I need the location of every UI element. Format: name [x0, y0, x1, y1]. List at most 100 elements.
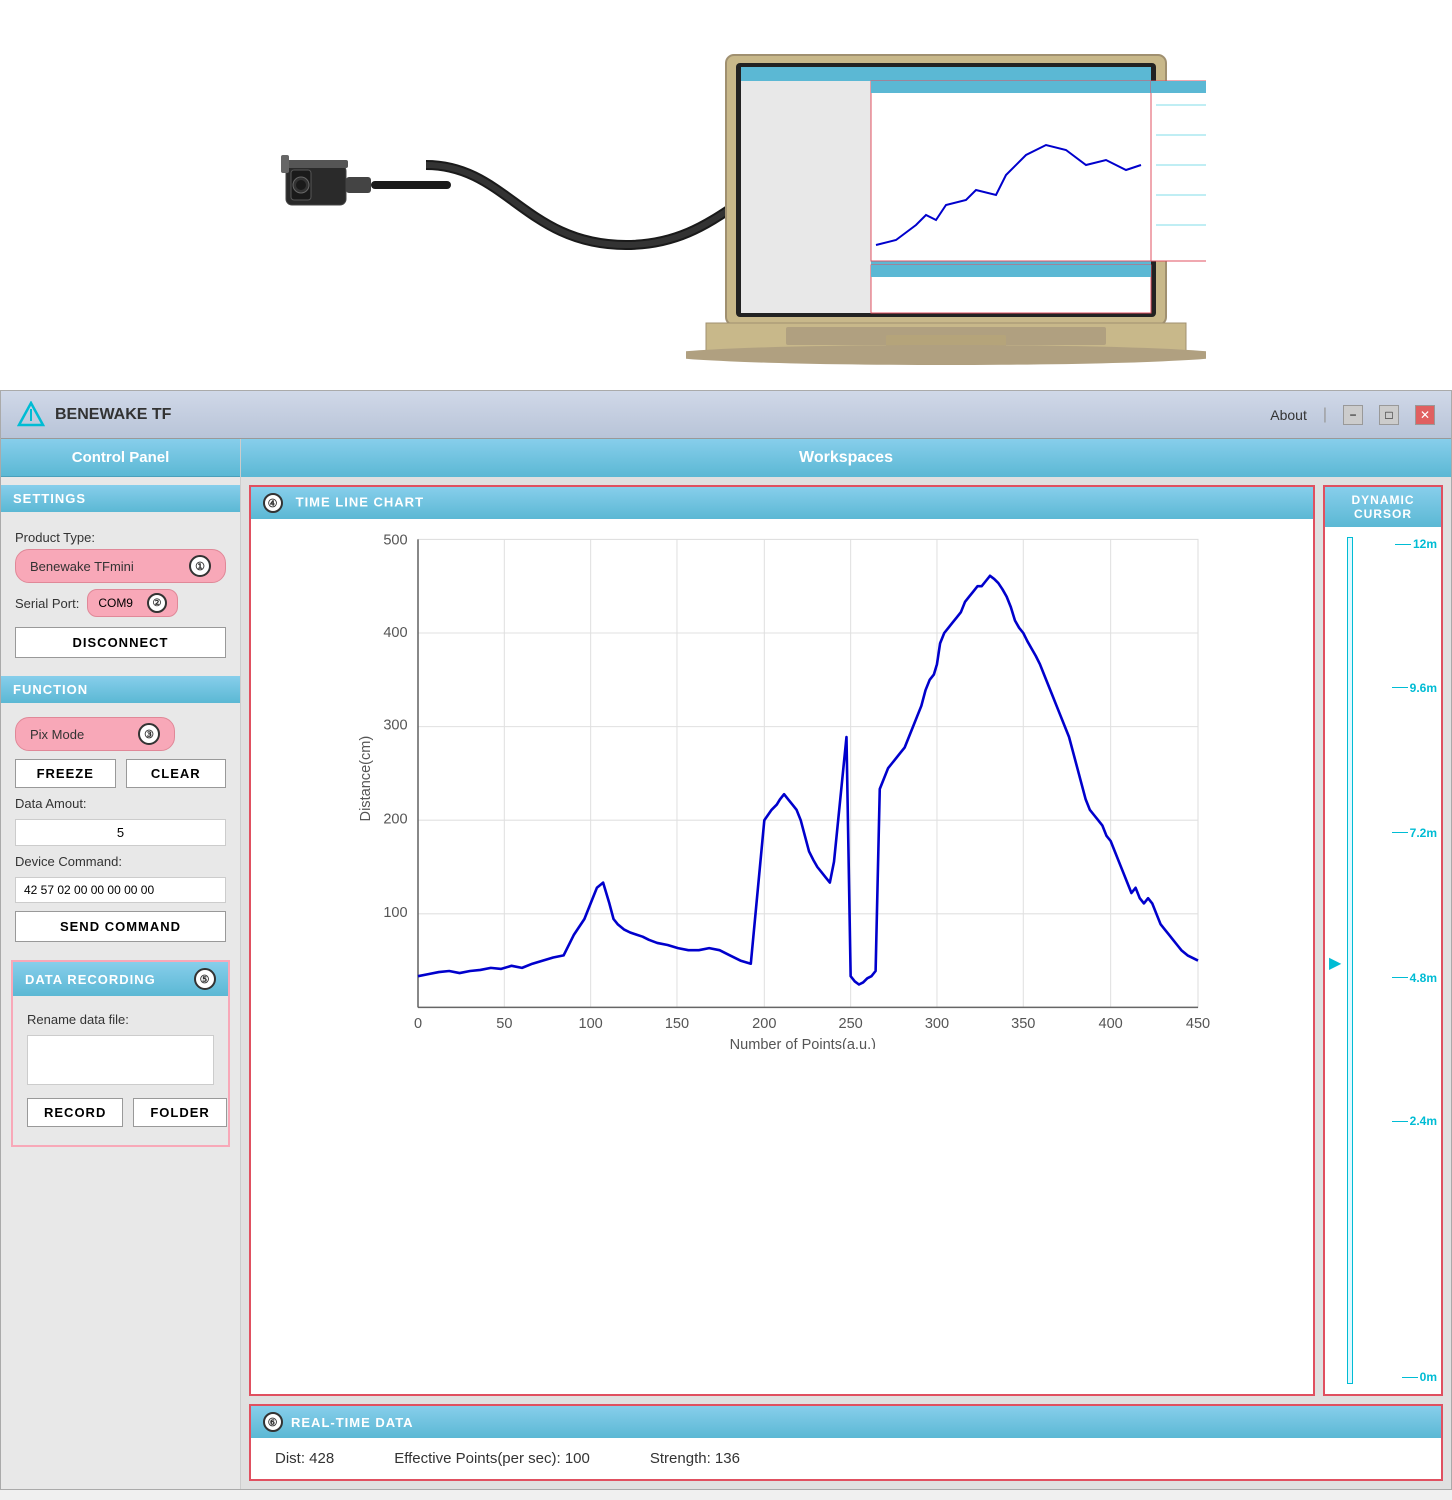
strength-item: Strength: 136: [650, 1450, 740, 1467]
pix-badge: ③: [138, 723, 160, 745]
function-section-label: FUNCTION: [1, 676, 240, 703]
folder-button[interactable]: FOLDER: [133, 1098, 226, 1127]
serial-port-badge[interactable]: COM9 ②: [87, 589, 178, 617]
pix-mode-badge[interactable]: Pix Mode ③: [15, 717, 175, 751]
hero-section: [0, 0, 1452, 390]
pix-mode-value: Pix Mode: [30, 727, 84, 742]
scale-4-8m: 4.8m: [1392, 971, 1437, 985]
data-amount-label: Data Amout:: [15, 796, 226, 811]
effective-points-item: Effective Points(per sec): 100: [394, 1450, 590, 1467]
serial-port-row: Serial Port: COM9 ②: [15, 589, 226, 617]
cursor-scale: 12m 9.6m 7.2m: [1325, 527, 1441, 1394]
dist-value: 428: [309, 1450, 334, 1467]
svg-text:450: 450: [1186, 1016, 1210, 1032]
device-command-label: Device Command:: [15, 854, 226, 869]
control-panel-header: Control Panel: [1, 439, 240, 477]
close-button[interactable]: ✕: [1415, 405, 1435, 425]
svg-text:Distance(cm): Distance(cm): [358, 736, 374, 822]
clear-button[interactable]: CLEAR: [126, 759, 227, 788]
chart-section: ④ TIME LINE CHART: [249, 485, 1315, 1396]
realtime-label: REAL-TIME DATA: [291, 1415, 414, 1430]
control-panel: Control Panel SETTINGS Product Type: Ben…: [1, 439, 241, 1489]
svg-text:150: 150: [665, 1016, 689, 1032]
app-logo: [17, 401, 45, 429]
svg-text:300: 300: [383, 718, 407, 734]
title-bar: BENEWAKE TF About | − □ ✕: [1, 391, 1451, 439]
svg-text:300: 300: [925, 1016, 949, 1032]
workspace-header: Workspaces: [241, 439, 1451, 477]
disconnect-button[interactable]: DISCONNECT: [15, 627, 226, 658]
freeze-button[interactable]: FREEZE: [15, 759, 116, 788]
time-line-chart: 500 400 300 200 100 0 50 100 150 200 250: [261, 529, 1303, 1049]
chart-body: 500 400 300 200 100 0 50 100 150 200 250: [251, 519, 1313, 1394]
data-recording-badge: ⑤: [194, 968, 216, 990]
strength-label: Strength:: [650, 1450, 711, 1467]
rename-label: Rename data file:: [27, 1012, 214, 1027]
cursor-arrow-icon: ▶: [1329, 953, 1341, 973]
svg-text:350: 350: [1011, 1016, 1035, 1032]
svg-text:200: 200: [383, 811, 407, 827]
serial-port-label: Serial Port:: [15, 596, 79, 611]
content-area: Control Panel SETTINGS Product Type: Ben…: [1, 439, 1451, 1489]
realtime-body: Dist: 428 Effective Points(per sec): 100…: [251, 1438, 1441, 1479]
serial-port-value: COM9: [98, 596, 133, 610]
product-type-input[interactable]: Benewake TFmini ①: [15, 549, 226, 583]
device-command-input[interactable]: [15, 877, 226, 903]
scale-bar: [1347, 537, 1353, 1384]
settings-section-label: SETTINGS: [1, 485, 240, 512]
dynamic-cursor-panel: DYNAMIC CURSOR 12m: [1323, 485, 1443, 1396]
record-folder-row: RECORD FOLDER: [27, 1098, 214, 1127]
chart-cursor-row: ④ TIME LINE CHART: [241, 477, 1451, 1404]
realtime-badge: ⑥: [263, 1412, 283, 1432]
data-recording-section: DATA RECORDING ⑤ Rename data file: RECOR…: [11, 960, 230, 1147]
workspace-area: Workspaces ④ TIME LINE CHART: [241, 439, 1451, 1489]
settings-body: Product Type: Benewake TFmini ① Serial P…: [1, 512, 240, 668]
svg-text:250: 250: [838, 1016, 862, 1032]
function-body: Pix Mode ③ FREEZE CLEAR Data Amout: Devi…: [1, 703, 240, 952]
minimize-button[interactable]: −: [1343, 405, 1363, 425]
freeze-clear-row: FREEZE CLEAR: [15, 759, 226, 788]
effective-label: Effective Points(per sec):: [394, 1450, 560, 1467]
data-amount-input[interactable]: [15, 819, 226, 846]
title-bar-controls: About | − □ ✕: [1270, 405, 1435, 425]
serial-badge: ②: [147, 593, 167, 613]
svg-text:500: 500: [383, 533, 407, 549]
svg-text:200: 200: [752, 1016, 776, 1032]
dist-label: Dist:: [275, 1450, 305, 1467]
svg-text:Number of Points(a.u.): Number of Points(a.u.): [730, 1037, 876, 1049]
send-command-button[interactable]: SEND COMMAND: [15, 911, 226, 942]
scale-7-2m: 7.2m: [1392, 826, 1437, 840]
data-recording-body: Rename data file: RECORD FOLDER: [13, 996, 228, 1135]
svg-text:50: 50: [496, 1016, 512, 1032]
chart-header: ④ TIME LINE CHART: [251, 487, 1313, 519]
scale-9-6m: 9.6m: [1392, 681, 1437, 695]
app-window: BENEWAKE TF About | − □ ✕ Control Panel …: [0, 390, 1452, 1490]
product-badge: ①: [189, 555, 211, 577]
realtime-data-panel: ⑥ REAL-TIME DATA Dist: 428 Effective Poi…: [249, 1404, 1443, 1481]
svg-text:100: 100: [383, 905, 407, 921]
svg-text:0: 0: [414, 1016, 422, 1032]
strength-value: 136: [715, 1450, 740, 1467]
product-type-value: Benewake TFmini: [30, 559, 134, 574]
svg-text:400: 400: [1098, 1016, 1122, 1032]
svg-text:400: 400: [383, 625, 407, 641]
effective-value: 100: [565, 1450, 590, 1467]
about-button[interactable]: About: [1270, 407, 1307, 423]
cursor-panel-header: DYNAMIC CURSOR: [1325, 487, 1441, 527]
app-title: BENEWAKE TF: [55, 406, 1270, 424]
dist-item: Dist: 428: [275, 1450, 334, 1467]
realtime-data-header: ⑥ REAL-TIME DATA: [251, 1406, 1441, 1438]
cursor-indicator: ▶: [1329, 953, 1341, 973]
laptop-illustration: [686, 45, 1206, 365]
svg-text:100: 100: [578, 1016, 602, 1032]
chart-label: TIME LINE CHART: [296, 495, 424, 510]
record-button[interactable]: RECORD: [27, 1098, 123, 1127]
rename-input[interactable]: [27, 1035, 214, 1085]
scale-12m: 12m: [1395, 537, 1437, 551]
product-type-label: Product Type:: [15, 530, 226, 545]
maximize-button[interactable]: □: [1379, 405, 1399, 425]
data-recording-header: DATA RECORDING ⑤: [13, 962, 228, 996]
scale-2-4m: 2.4m: [1392, 1114, 1437, 1128]
chart-badge: ④: [263, 493, 283, 513]
data-recording-label: DATA RECORDING: [25, 972, 156, 987]
